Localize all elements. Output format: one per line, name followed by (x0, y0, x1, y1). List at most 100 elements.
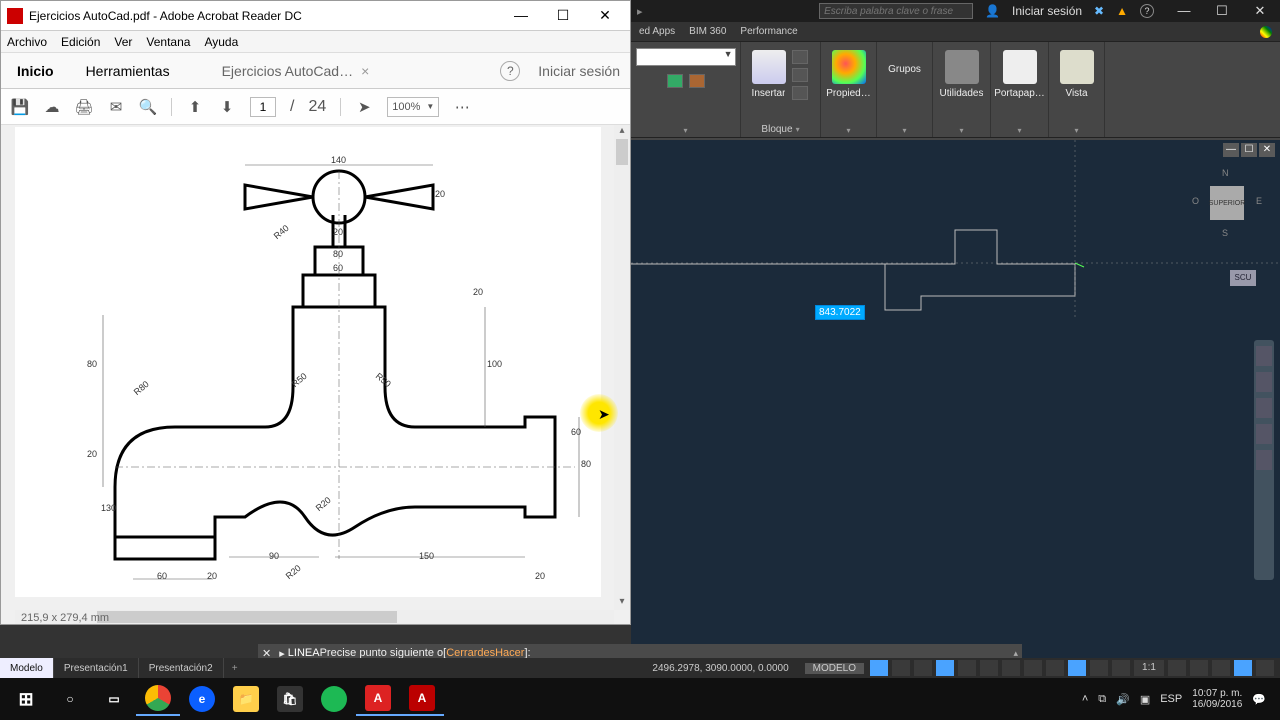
tab-home[interactable]: Inicio (11, 53, 60, 88)
tray-network-icon[interactable]: ⧉ (1098, 693, 1106, 706)
taskbar-autocad[interactable]: A (356, 682, 400, 716)
ortho-toggle[interactable] (914, 660, 932, 676)
qat-arrow-icon[interactable]: ▸ (637, 5, 643, 18)
cmd-expand-icon[interactable]: ▴ (1013, 648, 1018, 659)
tray-clock[interactable]: 10:07 p. m. 16/09/2016 (1192, 688, 1242, 710)
tab-model[interactable]: Modelo (0, 658, 54, 678)
anno-scale[interactable]: 1:1 (1134, 660, 1164, 676)
taskbar[interactable]: ⊞ ○ ▭ e 📁 🛍 A A ˄ ⧉ 🔊 ▣ ESP 10:07 p. m. … (0, 678, 1280, 720)
tray-lang[interactable]: ESP (1160, 693, 1182, 705)
search-button[interactable]: ○ (48, 682, 92, 716)
save-icon[interactable]: 💾 (11, 98, 29, 116)
ucs-icon[interactable]: SCU (1230, 270, 1256, 286)
minimize-button[interactable]: — (508, 7, 534, 24)
print-icon[interactable]: 🖨 (75, 98, 93, 116)
grid-toggle[interactable] (870, 660, 888, 676)
next-page-icon[interactable]: ⬇ (218, 98, 236, 116)
taskbar-acrobat[interactable]: A (400, 682, 444, 716)
start-button[interactable]: ⊞ (4, 682, 48, 716)
am-toggle[interactable] (1190, 660, 1208, 676)
cloud-icon[interactable]: ☁ (43, 98, 61, 116)
ribbon-tabstrip[interactable]: ed Apps BIM 360 Performance (631, 22, 1280, 42)
tab-layout1[interactable]: Presentación1 (54, 658, 139, 678)
tab-document[interactable]: Ejercicios AutoCad… × (216, 53, 376, 88)
menu-ayuda[interactable]: Ayuda (204, 35, 238, 49)
tr-toggle[interactable] (1046, 660, 1064, 676)
qp-toggle[interactable] (1068, 660, 1086, 676)
help-icon[interactable]: ? (1140, 4, 1154, 18)
exchange-icon[interactable]: ✖ (1094, 4, 1104, 18)
more-icon[interactable]: ⋯ (453, 98, 471, 116)
tray-notifications-icon[interactable]: 💬 (1252, 693, 1266, 706)
taskbar-spotify[interactable] (312, 682, 356, 716)
menu-archivo[interactable]: Archivo (7, 35, 47, 49)
tab-close-icon[interactable]: × (361, 63, 369, 79)
prev-page-icon[interactable]: ⬆ (186, 98, 204, 116)
search-icon[interactable]: 🔍 (139, 98, 157, 116)
nav-bar[interactable] (1254, 340, 1274, 580)
space-indicator[interactable]: MODELO (805, 663, 864, 674)
signin-link[interactable]: Iniciar sesión (1012, 4, 1082, 18)
search-input[interactable] (819, 3, 973, 19)
panel-portapapeles[interactable]: Portapap… ▾ (991, 42, 1049, 137)
tray-battery-icon[interactable]: ▣ (1140, 693, 1150, 706)
taskbar-store[interactable]: 🛍 (268, 682, 312, 716)
drawing-canvas[interactable]: — ☐ ✕ 843.7022 SUPERIOR N S E O SCU (631, 140, 1280, 662)
close-button[interactable]: ✕ (592, 7, 618, 24)
otrack-toggle[interactable] (980, 660, 998, 676)
tab-performance[interactable]: Performance (740, 26, 797, 37)
panel-utilidades[interactable]: Utilidades ▾ (933, 42, 991, 137)
a360-icon[interactable]: ▲ (1116, 4, 1128, 18)
snap-toggle[interactable] (892, 660, 910, 676)
tab-layout2[interactable]: Presentación2 (139, 658, 224, 678)
account-icon[interactable]: 👤 (985, 4, 1000, 18)
acrobat-tabs: Inicio Herramientas Ejercicios AutoCad… … (1, 53, 630, 89)
menu-ventana[interactable]: Ventana (146, 35, 190, 49)
tab-tools[interactable]: Herramientas (80, 53, 176, 88)
perf-indicator-icon[interactable] (1260, 26, 1272, 38)
hw-toggle[interactable] (1212, 660, 1230, 676)
clean-toggle[interactable] (1256, 660, 1274, 676)
zoom-dropdown[interactable]: 100%▼ (387, 97, 439, 117)
tab-edapps[interactable]: ed Apps (639, 26, 675, 37)
dynamic-input[interactable]: 843.7022 (815, 305, 865, 320)
add-layout-button[interactable]: + (224, 663, 246, 674)
scrollbar-vertical[interactable]: ▴▾ (614, 125, 630, 610)
maximize-button[interactable]: ☐ (1208, 3, 1236, 19)
panel-vista[interactable]: Vista ▾ (1049, 42, 1105, 137)
selection-icon[interactable]: ➤ (355, 98, 373, 116)
mail-icon[interactable]: ✉ (107, 98, 125, 116)
minimize-button[interactable]: — (1170, 3, 1198, 19)
viewcube[interactable]: SUPERIOR N S E O (1192, 168, 1262, 238)
dim-20b: 20 (333, 227, 343, 237)
taskbar-edge[interactable]: e (180, 682, 224, 716)
ws-toggle[interactable] (1168, 660, 1186, 676)
lwt-toggle[interactable] (1024, 660, 1042, 676)
ann-toggle[interactable] (1112, 660, 1130, 676)
panel-grupos[interactable]: Grupos ▾ (877, 42, 933, 137)
menu-edicion[interactable]: Edición (61, 35, 100, 49)
close-button[interactable]: ✕ (1246, 3, 1274, 19)
maximize-button[interactable]: ☐ (550, 7, 576, 24)
polar-toggle[interactable] (936, 660, 954, 676)
help-icon[interactable]: ? (500, 61, 520, 81)
panel-propied[interactable]: Propied… ▾ (821, 42, 877, 137)
dyn-toggle[interactable] (1002, 660, 1020, 676)
acrobat-menubar[interactable]: Archivo Edición Ver Ventana Ayuda (1, 31, 630, 53)
sc-toggle[interactable] (1090, 660, 1108, 676)
iso-toggle[interactable] (1234, 660, 1252, 676)
panel-bloque[interactable]: Insertar Bloque ▾ (741, 42, 821, 137)
tray-volume-icon[interactable]: 🔊 (1116, 693, 1130, 706)
signin-link[interactable]: Iniciar sesión (538, 63, 620, 79)
tray-up-icon[interactable]: ˄ (1082, 693, 1088, 705)
osnap-toggle[interactable] (958, 660, 976, 676)
autocad-titlebar: ▸ 👤 Iniciar sesión ✖ ▲ ? — ☐ ✕ (631, 0, 1280, 22)
taskview-button[interactable]: ▭ (92, 682, 136, 716)
taskbar-chrome[interactable] (136, 682, 180, 716)
status-toggles[interactable]: 1:1 (870, 660, 1280, 676)
page-number-input[interactable] (250, 97, 276, 117)
tab-bim360[interactable]: BIM 360 (689, 26, 726, 37)
panel-combobox[interactable]: ▼ ▾ (631, 42, 741, 137)
menu-ver[interactable]: Ver (114, 35, 132, 49)
taskbar-explorer[interactable]: 📁 (224, 682, 268, 716)
